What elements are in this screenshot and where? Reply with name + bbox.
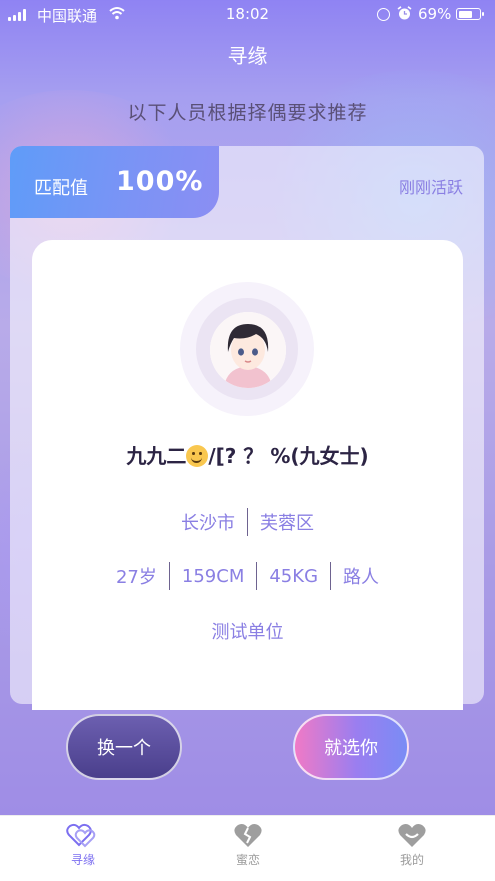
tab-xunyuan[interactable]: 寻缘	[33, 822, 133, 868]
weight: 45KG	[269, 565, 319, 587]
avatar[interactable]	[210, 312, 286, 388]
tab-label: 我的	[399, 853, 424, 867]
district: 芙蓉区	[260, 513, 314, 534]
divider	[256, 562, 258, 590]
attributes-row: 27岁 159CM 45KG 路人	[0, 562, 495, 590]
battery-icon	[456, 8, 484, 20]
divider	[247, 508, 248, 536]
profile-name: 九九二 /[? ？ %(九女士)	[0, 440, 495, 469]
tab-label: 蜜恋	[235, 853, 260, 867]
match-value: 100%	[116, 166, 204, 197]
tab-label: 寻缘	[70, 853, 95, 867]
name-prefix: 九九二	[126, 444, 187, 468]
city: 长沙市	[181, 513, 235, 534]
change-button[interactable]: 换一个	[66, 714, 182, 780]
profile-tag: 路人	[343, 567, 380, 588]
choose-button[interactable]: 就选你	[293, 714, 409, 780]
battery-percent: 69%	[418, 5, 452, 23]
name-suffix: /[? ？ %(九女士)	[208, 444, 369, 468]
heart-smile-icon	[398, 824, 426, 847]
height: 159CM	[181, 565, 245, 587]
heart-outline-icon	[66, 823, 96, 848]
tab-milian[interactable]: 蜜恋	[198, 822, 298, 868]
tab-bar: 寻缘 蜜恋 我的	[0, 815, 495, 881]
alarm-icon	[397, 6, 412, 20]
tab-mine[interactable]: 我的	[362, 822, 462, 868]
status-bar: 中国联通 18:02 69%	[0, 0, 495, 28]
location-row: 长沙市 芙蓉区	[0, 508, 495, 536]
age: 27岁	[115, 567, 157, 588]
activity-status: 刚刚活跃	[398, 178, 463, 197]
match-score-tag: 匹配值 100%	[10, 146, 219, 218]
recommendation-subtitle: 以下人员根据择偶要求推荐	[127, 102, 368, 124]
page-title: 寻缘	[227, 44, 268, 68]
slightly-smiling-face-emoji	[186, 445, 209, 467]
broken-heart-icon	[234, 824, 262, 847]
divider	[330, 562, 332, 590]
rotation-lock-icon	[377, 8, 390, 21]
avatar-illustration	[210, 312, 286, 388]
workplace: 测试单位	[211, 622, 284, 643]
match-label: 匹配值	[34, 178, 88, 199]
divider	[168, 562, 170, 590]
